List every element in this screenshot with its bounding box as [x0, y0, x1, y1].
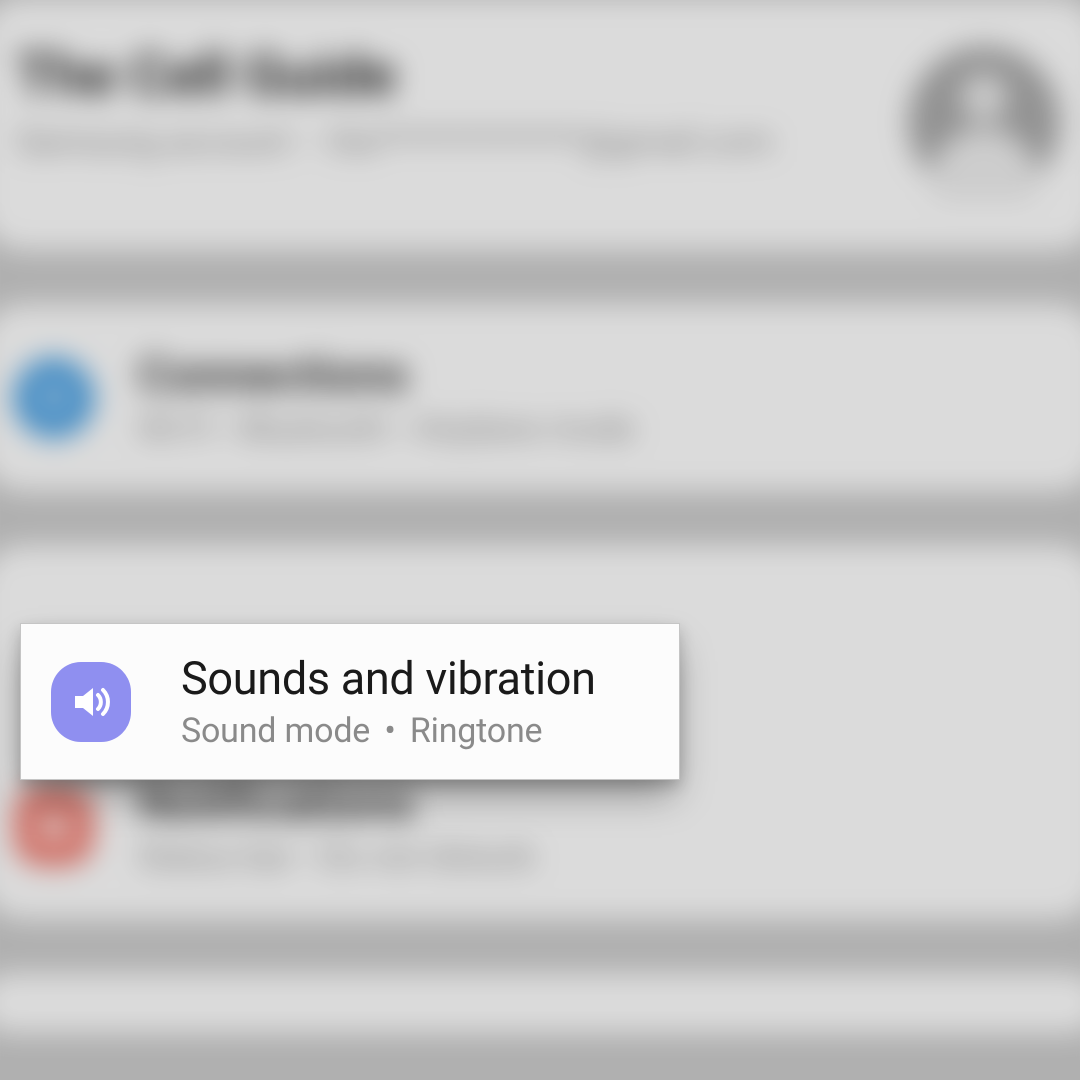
sounds-sub-1: Sound mode: [181, 711, 370, 751]
sounds-sub-2: Ringtone: [410, 711, 542, 751]
separator-dot: •: [384, 711, 395, 751]
speaker-icon: [51, 662, 131, 742]
sounds-title: Sounds and vibration: [181, 652, 649, 705]
dim-overlay: [0, 0, 1080, 1080]
sounds-and-vibration-item[interactable]: Sounds and vibration Sound mode • Ringto…: [20, 623, 680, 780]
sounds-subtitle: Sound mode • Ringtone: [181, 711, 649, 751]
